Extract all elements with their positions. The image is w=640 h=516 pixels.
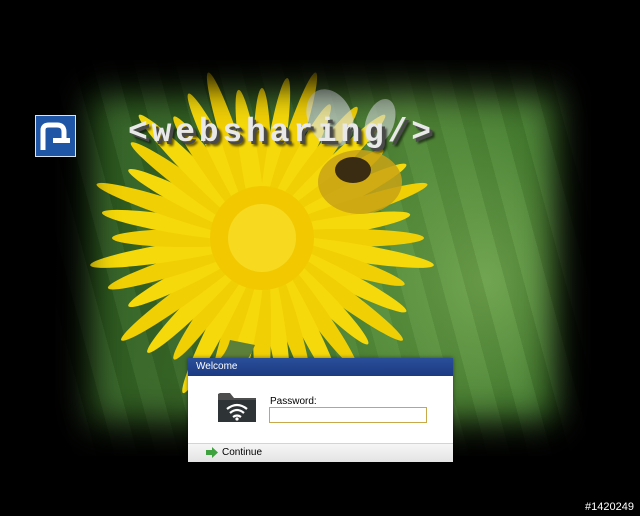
continue-button[interactable]: Continue xyxy=(206,447,262,458)
dialog-footer: Continue xyxy=(188,443,453,462)
continue-label: Continue xyxy=(222,447,263,458)
websharing-logo-icon xyxy=(35,115,76,157)
login-dialog: Welcome Password: Continue xyxy=(188,358,453,462)
continue-arrow-icon xyxy=(206,447,218,458)
image-id-label: #1420249 xyxy=(585,501,634,513)
password-label: Password: xyxy=(270,396,317,407)
dialog-title: Welcome xyxy=(188,358,453,376)
password-input[interactable] xyxy=(269,407,427,423)
websharing-title: <websharing/> xyxy=(128,114,435,151)
shared-folder-icon xyxy=(216,388,258,431)
